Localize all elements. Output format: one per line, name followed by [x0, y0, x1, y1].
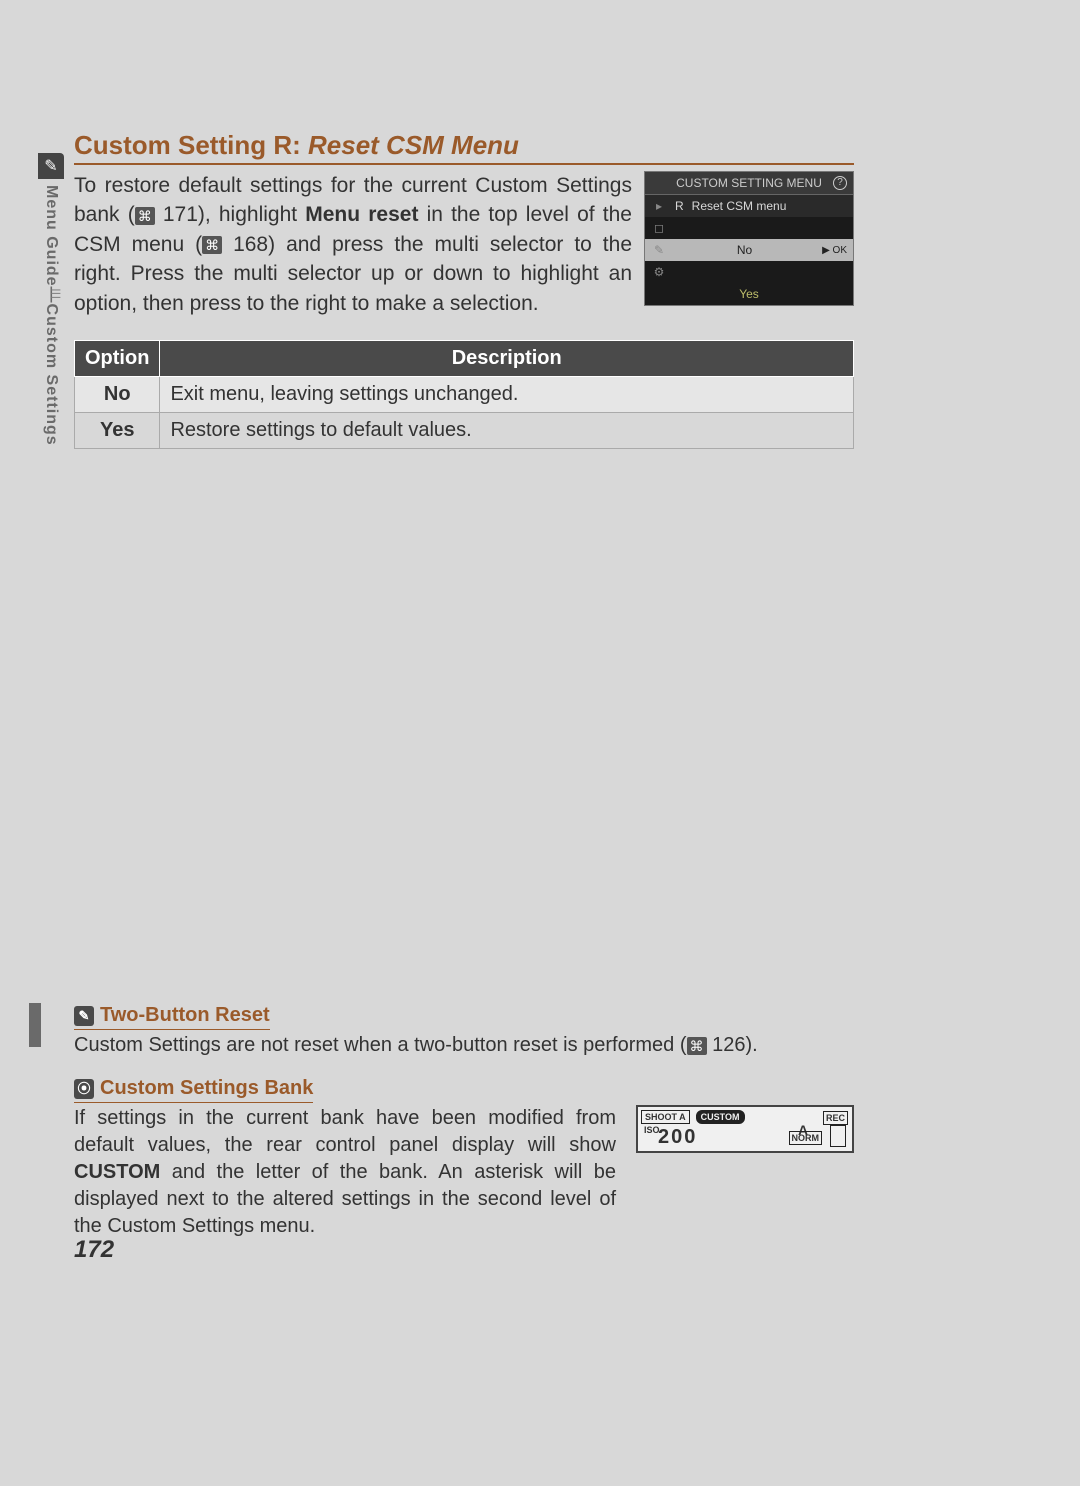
help-icon: ? — [833, 176, 847, 190]
note-heading-text: Two-Button Reset — [100, 1004, 270, 1026]
menu-ok-indicator: ▶ OK — [822, 245, 847, 256]
panel-rec-label: REC — [823, 1111, 848, 1125]
section-heading: Custom Setting R: Reset CSM Menu — [74, 130, 854, 165]
th-option: Option — [75, 340, 160, 376]
cell-option: No — [75, 376, 160, 412]
page-ref-icon: ⌘ — [135, 207, 155, 225]
intro-paragraph: To restore default settings for the curr… — [74, 171, 632, 318]
table-row: Yes Restore settings to default values. — [75, 412, 854, 448]
page-number: 172 — [74, 1236, 114, 1264]
panel-norm-label: NORM — [789, 1131, 823, 1145]
note-heading-text: Custom Settings Bank — [100, 1077, 313, 1099]
cell-desc: Restore settings to default values. — [160, 412, 854, 448]
menu-tab-icon: ☰ — [48, 287, 64, 301]
th-description: Description — [160, 340, 854, 376]
menu-tab-icon: ✎ — [651, 243, 667, 257]
menu-tab-icon: ▸ — [651, 199, 667, 213]
page-edge-marker — [29, 1003, 41, 1047]
custom-settings-bank-section: ⦿Custom Settings Bank If settings in the… — [74, 1075, 854, 1256]
magnifier-icon: ⦿ — [74, 1079, 94, 1099]
cell-option: Yes — [75, 412, 160, 448]
panel-custom-label: CUSTOM — [696, 1110, 745, 1124]
menu-screenshot: CUSTOM SETTING MENU ? ▸ R Reset CSM menu… — [644, 171, 854, 318]
table-row: No Exit menu, leaving settings unchanged… — [75, 376, 854, 412]
menu-row-r: R — [675, 199, 684, 213]
menu-option-yes: Yes — [739, 287, 759, 301]
menu-title: CUSTOM SETTING MENU — [676, 176, 822, 190]
control-panel-display: SHOOT A CUSTOM ISO 200 A REC NORM — [636, 1105, 854, 1153]
options-table: Option Description No Exit menu, leaving… — [74, 340, 854, 449]
heading-prefix: Custom Setting R: — [74, 130, 308, 160]
menu-row-r-label: Reset CSM menu — [692, 199, 787, 213]
pencil-icon: ✎ — [74, 1006, 94, 1026]
panel-shoot-label: SHOOT A — [641, 1110, 690, 1124]
menu-tab-icon: ⚙ — [651, 265, 667, 279]
menu-tab-icon: ◻ — [651, 221, 667, 235]
menu-option-no: No — [675, 243, 814, 257]
page-ref-icon: ⌘ — [687, 1037, 707, 1055]
cell-desc: Exit menu, leaving settings unchanged. — [160, 376, 854, 412]
two-button-reset-section: ✎Two-Button Reset Custom Settings are no… — [74, 1002, 854, 1059]
panel-iso-value: 200 — [658, 1124, 697, 1151]
page-ref-icon: ⌘ — [202, 236, 222, 254]
heading-italic: Reset CSM Menu — [308, 130, 519, 160]
battery-icon — [830, 1125, 846, 1147]
